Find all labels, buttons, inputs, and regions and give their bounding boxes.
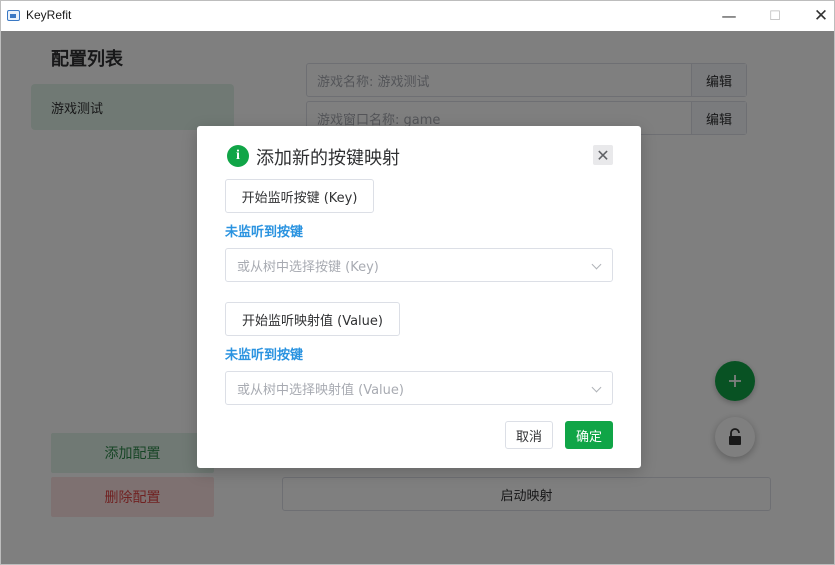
maximize-button[interactable]: ☐ xyxy=(752,1,798,31)
app-window: KeyRefit — ☐ ✕ 配置列表 游戏测试 添加配置 删除配置 游戏名称:… xyxy=(0,0,835,565)
listen-key-button[interactable]: 开始监听按键 (Key) xyxy=(225,179,374,213)
title-bar: KeyRefit — ☐ ✕ xyxy=(1,1,834,31)
chevron-down-icon xyxy=(591,382,602,393)
close-window-button[interactable]: ✕ xyxy=(798,1,834,31)
key-select[interactable]: 或从树中选择按键 (Key) xyxy=(225,248,613,282)
app-logo-icon xyxy=(7,10,20,21)
value-select-placeholder: 或从树中选择映射值 (Value) xyxy=(237,382,404,398)
add-mapping-dialog: i 添加新的按键映射 ✕ 开始监听按键 (Key) 未监听到按键 或从树中选择按… xyxy=(197,126,641,468)
minimize-button[interactable]: — xyxy=(706,1,752,31)
value-status-text: 未监听到按键 xyxy=(225,348,304,363)
cancel-button[interactable]: 取消 xyxy=(505,421,553,449)
key-status-text: 未监听到按键 xyxy=(225,225,304,240)
confirm-button[interactable]: 确定 xyxy=(565,421,613,449)
key-select-placeholder: 或从树中选择按键 (Key) xyxy=(237,259,379,275)
window-title: KeyRefit xyxy=(26,8,72,22)
info-icon: i xyxy=(227,145,249,167)
chevron-down-icon xyxy=(591,259,602,270)
dialog-close-button[interactable]: ✕ xyxy=(593,145,613,165)
listen-value-button[interactable]: 开始监听映射值 (Value) xyxy=(225,302,400,336)
close-icon: ✕ xyxy=(596,145,610,165)
dialog-title: 添加新的按键映射 xyxy=(256,148,400,169)
value-select[interactable]: 或从树中选择映射值 (Value) xyxy=(225,371,613,405)
